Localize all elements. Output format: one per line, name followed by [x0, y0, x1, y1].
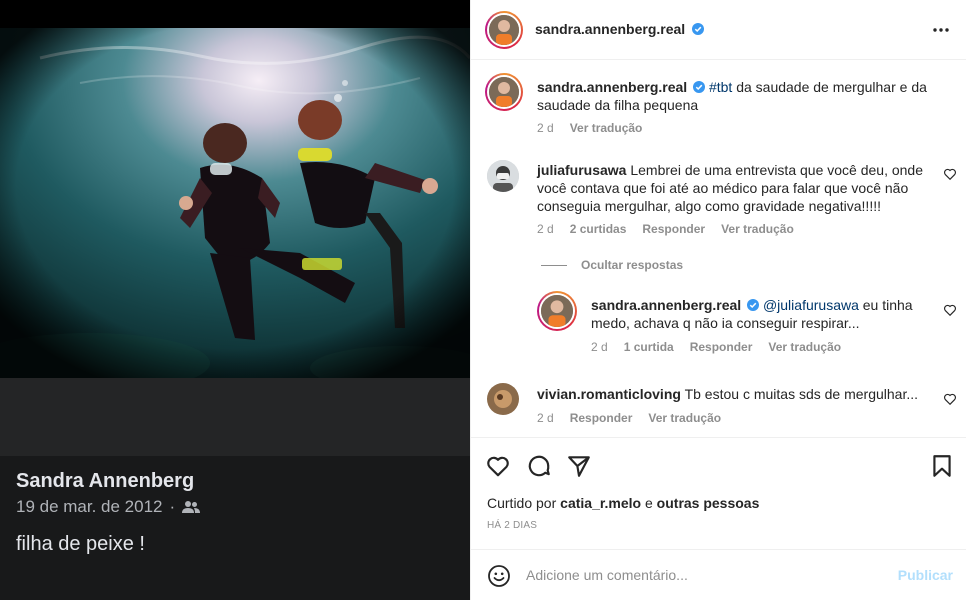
comment-reply-button[interactable]: Responder [570, 411, 633, 425]
caption-translate-link[interactable]: Ver tradução [570, 121, 643, 135]
photo-bottom-strip [0, 378, 470, 456]
reply-meta: 2 d 1 curtida Responder Ver tradução [591, 340, 841, 354]
comment-time: 2 d [537, 222, 554, 236]
avatar-photo [489, 77, 519, 107]
comment-likes-count[interactable]: 2 curtidas [570, 222, 627, 236]
reply-avatar[interactable] [537, 291, 577, 331]
reply-like-icon[interactable] [943, 303, 957, 317]
comment-icon[interactable] [526, 453, 552, 479]
avatar-image [487, 13, 521, 47]
comments-section[interactable]: sandra.annenberg.real #tbt da saudade de… [471, 61, 966, 437]
add-comment-bar: Publicar [471, 549, 966, 600]
friends-icon [182, 501, 201, 513]
avatar-image [539, 293, 575, 329]
comment-input[interactable] [526, 562, 896, 588]
hide-replies-button[interactable]: Ocultar respostas [541, 258, 683, 272]
replies-line [541, 264, 567, 266]
post-panel: sandra.annenberg.real sandra.annenberg.r… [470, 0, 966, 600]
caption-text: sandra.annenberg.real #tbt da saudade de… [537, 78, 947, 114]
publish-button[interactable]: Publicar [898, 567, 953, 583]
comment-translate-link[interactable]: Ver tradução [648, 411, 721, 425]
caption-meta: 2 d Ver tradução [537, 121, 642, 135]
post-actions: Curtido por catia_r.melo e outras pessoa… [471, 437, 966, 549]
caption-username[interactable]: sandra.annenberg.real [537, 79, 687, 95]
comment-translate-link[interactable]: Ver tradução [721, 222, 794, 236]
header-username-block: sandra.annenberg.real [535, 21, 704, 39]
liked-user-link[interactable]: catia_r.melo [560, 495, 641, 511]
reply-translate-link[interactable]: Ver tradução [768, 340, 841, 354]
comment-like-icon[interactable] [943, 392, 957, 406]
facebook-post-meta: 19 de mar. de 2012 · [16, 497, 201, 517]
comment-reply-button[interactable]: Responder [642, 222, 705, 236]
reply-reply-button[interactable]: Responder [690, 340, 753, 354]
author-avatar[interactable] [485, 11, 523, 49]
comment-text: vivian.romanticloving Tb estou c muitas … [537, 385, 927, 403]
emoji-icon[interactable] [487, 564, 511, 588]
comment-text: juliafurusawa Lembrei de uma entrevista … [537, 161, 927, 215]
commenter-avatar[interactable] [487, 160, 519, 192]
hide-replies-label: Ocultar respostas [581, 258, 684, 272]
post-timestamp[interactable]: HÁ 2 DIAS [487, 520, 537, 531]
comment-body: Tb estou c muitas sds de mergulhar... [684, 386, 919, 402]
facebook-post-date: 19 de mar. de 2012 [16, 497, 163, 516]
verified-icon [693, 81, 706, 93]
post-photo [0, 28, 470, 378]
comment-meta: 2 d Responder Ver tradução [537, 411, 721, 425]
reply-likes-count[interactable]: 1 curtida [624, 340, 674, 354]
post-header: sandra.annenberg.real [471, 0, 966, 60]
comment-username[interactable]: vivian.romanticloving [537, 386, 681, 402]
avatar-photo [489, 15, 519, 45]
avatar-photo [541, 295, 573, 327]
more-options-icon[interactable] [931, 20, 951, 40]
comment-username[interactable]: juliafurusawa [537, 162, 626, 178]
share-icon[interactable] [566, 453, 592, 479]
commenter-avatar[interactable] [487, 383, 519, 415]
comment-time: 2 d [537, 411, 554, 425]
facebook-post-card: Sandra Annenberg 19 de mar. de 2012 · fi… [0, 378, 470, 600]
reply-time: 2 d [591, 340, 608, 354]
header-username[interactable]: sandra.annenberg.real [535, 21, 685, 37]
avatar-photo [487, 383, 519, 415]
comment-meta: 2 d 2 curtidas Responder Ver tradução [537, 222, 794, 236]
post-media[interactable]: Sandra Annenberg 19 de mar. de 2012 · fi… [0, 0, 470, 600]
verified-icon [747, 299, 760, 311]
facebook-author-name: Sandra Annenberg [16, 470, 195, 492]
caption-hashtag[interactable]: #tbt [709, 79, 732, 95]
liked-mid: e [641, 495, 657, 511]
heart-icon[interactable] [485, 453, 511, 479]
liked-by-text: Curtido por catia_r.melo e outras pessoa… [487, 495, 759, 511]
reply-text: sandra.annenberg.real @juliafurusawa eu … [591, 296, 931, 332]
reply-mention[interactable]: @juliafurusawa [763, 297, 859, 313]
reply-username[interactable]: sandra.annenberg.real [591, 297, 741, 313]
underwater-photo [0, 28, 470, 378]
liked-prefix: Curtido por [487, 495, 561, 511]
avatar-image [487, 75, 521, 109]
caption-avatar[interactable] [485, 73, 523, 111]
verified-icon [691, 23, 704, 35]
caption-time: 2 d [537, 121, 554, 135]
comment-like-icon[interactable] [943, 167, 957, 181]
facebook-post-text: filha de peixe ! [16, 533, 145, 555]
bookmark-icon[interactable] [929, 453, 955, 479]
meta-separator: · [169, 497, 176, 516]
avatar-photo [487, 160, 519, 192]
liked-others-link[interactable]: outras pessoas [657, 495, 760, 511]
